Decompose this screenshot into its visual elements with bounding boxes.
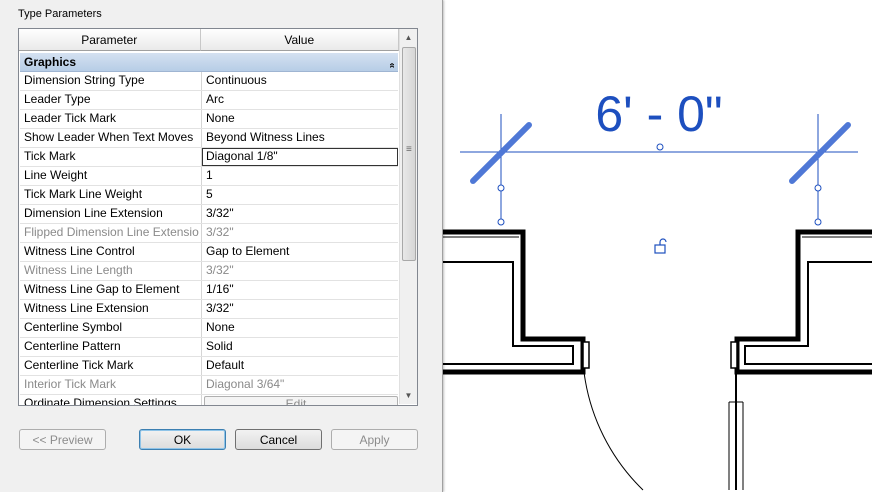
scroll-up-arrow-icon[interactable]: ▲ bbox=[400, 29, 417, 46]
parameter-name: Leader Tick Mark bbox=[20, 110, 202, 128]
wall-left[interactable] bbox=[443, 229, 590, 375]
witness-grip-left-lower[interactable] bbox=[497, 218, 505, 226]
parameter-name: Interior Tick Mark bbox=[20, 376, 202, 394]
tick-mark-right[interactable] bbox=[789, 122, 851, 184]
parameter-rows: Dimension String Type Continuous Leader Ty… bbox=[20, 72, 398, 405]
scroll-down-arrow-icon[interactable]: ▼ bbox=[400, 387, 417, 404]
parameter-row[interactable]: Witness Line Control Gap to Element bbox=[20, 243, 398, 262]
type-parameters-label: Type Parameters bbox=[18, 8, 102, 20]
parameter-name: Witness Line Length bbox=[20, 262, 202, 280]
preview-button[interactable]: << Preview bbox=[19, 429, 106, 450]
parameter-name: Centerline Symbol bbox=[20, 319, 202, 337]
parameter-row[interactable]: Witness Line Extension 3/32" bbox=[20, 300, 398, 319]
parameter-row[interactable]: Tick Mark Diagonal 1/8" bbox=[20, 148, 398, 167]
lock-icon[interactable] bbox=[654, 238, 667, 254]
parameter-value[interactable]: Diagonal 1/8" bbox=[202, 148, 398, 166]
drawing-view[interactable]: 6' - 0" bbox=[443, 0, 872, 492]
parameter-row[interactable]: Dimension Line Extension 3/32" bbox=[20, 205, 398, 224]
parameter-row[interactable]: Show Leader When Text Moves Beyond Witnes… bbox=[20, 129, 398, 148]
group-label: Graphics bbox=[24, 55, 77, 69]
text-grip[interactable] bbox=[656, 143, 664, 151]
group-header-graphics[interactable]: Graphics » bbox=[20, 53, 398, 72]
type-parameters-grid: Parameter Value Graphics » Dimension Str… bbox=[18, 28, 418, 406]
parameter-value: 3/32" bbox=[206, 225, 234, 239]
parameter-value[interactable]: 1 bbox=[202, 167, 398, 185]
parameter-row[interactable]: Witness Line Gap to Element 1/16" bbox=[20, 281, 398, 300]
cancel-button[interactable]: Cancel bbox=[235, 429, 322, 450]
parameter-name: Tick Mark Line Weight bbox=[20, 186, 202, 204]
parameter-row[interactable]: Centerline Symbol None bbox=[20, 319, 398, 338]
parameter-row[interactable]: Centerline Tick Mark Default bbox=[20, 357, 398, 376]
parameter-value[interactable]: 3/32" bbox=[202, 300, 398, 318]
parameter-name: Leader Type bbox=[20, 91, 202, 109]
parameter-row[interactable]: Line Weight 1 bbox=[20, 167, 398, 186]
type-properties-dialog: Type Parameters Parameter Value Graphics… bbox=[0, 0, 443, 492]
parameter-name: Witness Line Gap to Element bbox=[20, 281, 202, 299]
parameter-value[interactable]: Arc bbox=[202, 91, 398, 109]
parameter-row[interactable]: Tick Mark Line Weight 5 bbox=[20, 186, 398, 205]
parameter-name: Centerline Pattern bbox=[20, 338, 202, 356]
parameter-row[interactable]: Ordinate Dimension Settings Edit... bbox=[20, 395, 398, 405]
parameter-name: Witness Line Extension bbox=[20, 300, 202, 318]
grip-icon: ≡ bbox=[406, 144, 412, 155]
parameter-row[interactable]: Dimension String Type Continuous bbox=[20, 72, 398, 91]
parameter-name: Tick Mark bbox=[20, 148, 202, 166]
parameter-row[interactable]: Witness Line Length 3/32" bbox=[20, 262, 398, 281]
apply-button[interactable]: Apply bbox=[331, 429, 418, 450]
witness-grip-right-upper[interactable] bbox=[814, 184, 822, 192]
parameter-value: Diagonal 3/64" bbox=[206, 377, 285, 391]
dimension-text[interactable]: 6' - 0" bbox=[595, 86, 722, 142]
parameter-value[interactable]: Edit... bbox=[202, 395, 398, 405]
parameter-value: 3/32" bbox=[206, 263, 234, 277]
grid-header: Parameter Value bbox=[19, 29, 399, 51]
vertical-scrollbar[interactable]: ▲ ≡ ▼ bbox=[399, 29, 417, 404]
witness-grip-right-lower[interactable] bbox=[814, 218, 822, 226]
parameter-value[interactable]: Gap to Element bbox=[202, 243, 398, 261]
column-header-parameter[interactable]: Parameter bbox=[19, 29, 201, 51]
parameter-value[interactable]: None bbox=[202, 110, 398, 128]
parameter-name: Flipped Dimension Line Extensio bbox=[20, 224, 202, 242]
parameter-row[interactable]: Interior Tick Mark Diagonal 3/64" bbox=[20, 376, 398, 395]
parameter-row[interactable]: Centerline Pattern Solid bbox=[20, 338, 398, 357]
parameter-row[interactable]: Leader Tick Mark None bbox=[20, 110, 398, 129]
parameter-name: Dimension String Type bbox=[20, 72, 202, 90]
parameter-name: Show Leader When Text Moves bbox=[20, 129, 202, 147]
parameter-row[interactable]: Leader Type Arc bbox=[20, 91, 398, 110]
ok-button[interactable]: OK bbox=[139, 429, 226, 450]
parameter-name: Dimension Line Extension bbox=[20, 205, 202, 223]
parameter-name: Ordinate Dimension Settings bbox=[20, 395, 202, 405]
wall-right[interactable] bbox=[728, 229, 872, 490]
parameter-name: Line Weight bbox=[20, 167, 202, 185]
parameter-name: Centerline Tick Mark bbox=[20, 357, 202, 375]
parameter-value[interactable]: 1/16" bbox=[202, 281, 398, 299]
parameter-value[interactable]: Continuous bbox=[202, 72, 398, 90]
column-header-value[interactable]: Value bbox=[200, 29, 399, 51]
witness-grip-left-upper[interactable] bbox=[497, 184, 505, 192]
edit-button[interactable]: Edit... bbox=[204, 396, 398, 405]
scrollbar-thumb[interactable]: ≡ bbox=[402, 47, 416, 261]
door-swing-arc[interactable] bbox=[583, 371, 644, 491]
parameter-value[interactable]: Solid bbox=[202, 338, 398, 356]
parameter-name: Witness Line Control bbox=[20, 243, 202, 261]
parameter-value[interactable]: None bbox=[202, 319, 398, 337]
parameter-value[interactable]: Beyond Witness Lines bbox=[202, 129, 398, 147]
parameter-value[interactable]: 3/32" bbox=[202, 205, 398, 223]
collapse-icon[interactable]: » bbox=[387, 56, 398, 68]
parameter-value[interactable]: Default bbox=[202, 357, 398, 375]
parameter-row[interactable]: Flipped Dimension Line Extensio 3/32" bbox=[20, 224, 398, 243]
parameter-value[interactable]: 5 bbox=[202, 186, 398, 204]
